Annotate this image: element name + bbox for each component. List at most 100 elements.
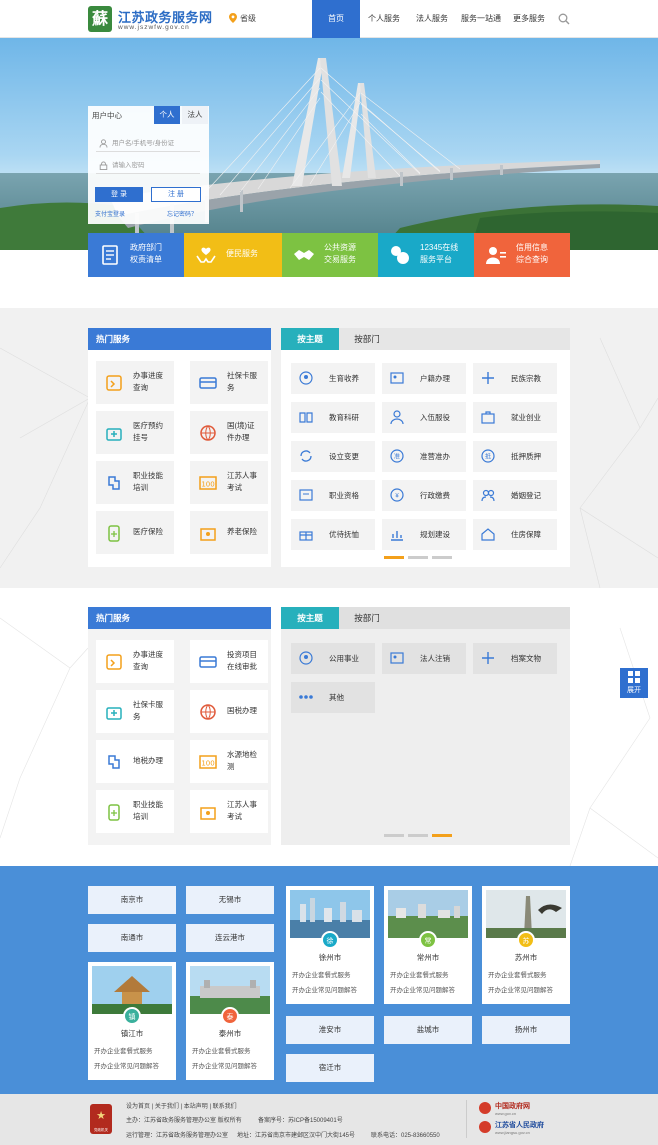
hot-service-item[interactable]: 办事进度 查询	[96, 640, 174, 683]
quick-tile-power-list[interactable]: 政府部门 权责清单	[88, 233, 184, 277]
city-link-faq[interactable]: 开办企业常见问题解答	[292, 984, 357, 994]
hot-service-item[interactable]: 职业技能 培训	[96, 790, 174, 833]
city-button[interactable]: 无锡市	[186, 886, 274, 914]
nav-more-services[interactable]: 更多服务	[510, 0, 548, 38]
topic-item[interactable]: 法人注销	[382, 643, 466, 674]
city-link-package[interactable]: 开办企业套餐式服务	[488, 969, 547, 979]
search-icon[interactable]	[558, 13, 570, 25]
quick-tile-credit-info[interactable]: 信用信息 综合查询	[474, 233, 570, 277]
city-link-package[interactable]: 开办企业套餐式服务	[94, 1045, 153, 1055]
hot-service-item[interactable]: 国(境)证 件办理	[190, 411, 268, 454]
hot-service-item[interactable]: 100 水源地检测	[190, 740, 268, 783]
password-input[interactable]: 请输入密码	[96, 158, 200, 174]
topic-item[interactable]: 公用事业	[291, 643, 375, 674]
city-button[interactable]: 南通市	[88, 924, 176, 952]
topic-item[interactable]: 民族宗教	[473, 363, 557, 394]
hot-service-item[interactable]: 江苏人事 考试	[190, 790, 268, 833]
city-card[interactable]: 泰泰州市 开办企业套餐式服务 开办企业常见问题解答	[186, 962, 274, 1080]
topic-item[interactable]: 生育收养	[291, 363, 375, 394]
topic-item[interactable]: 职业资格	[291, 480, 375, 511]
expand-button[interactable]: 展开	[620, 668, 648, 698]
topic-item[interactable]: 准 准营准办	[382, 441, 466, 472]
exam-100-icon	[200, 807, 216, 820]
city-button[interactable]: 连云港市	[186, 924, 274, 952]
tab-by-topic[interactable]: 按主题	[281, 607, 339, 629]
city-button[interactable]: 南京市	[88, 886, 176, 914]
topic-item[interactable]: 规划建设	[382, 519, 466, 550]
hot-service-item[interactable]: 医疗保险	[96, 511, 174, 554]
tab-by-department[interactable]: 按部门	[341, 607, 393, 629]
tab-by-department[interactable]: 按部门	[341, 328, 393, 350]
quick-tile-public-resource[interactable]: 公共资源 交易服务	[282, 233, 378, 277]
carousel-dot[interactable]	[408, 556, 428, 559]
topic-label: 公用事业	[329, 654, 359, 663]
topic-item[interactable]: 其他	[291, 682, 375, 713]
city-card[interactable]: 徐徐州市 开办企业套餐式服务 开办企业常见问题解答	[286, 886, 374, 1004]
quick-tile-12345[interactable]: 12345在线 服务平台	[378, 233, 474, 277]
city-card[interactable]: 苏苏州市 开办企业套餐式服务 开办企业常见问题解答	[482, 886, 570, 1004]
quick-tile-line1: 公共资源	[324, 243, 356, 252]
hot-service-item[interactable]: 社保卡服务	[96, 690, 174, 733]
hot-service-item[interactable]: 社保卡服务	[190, 361, 268, 404]
carousel-dot[interactable]	[432, 834, 452, 837]
jiangsu-gov-link[interactable]: 江苏省人民政府 www.jiangsu.gov.cn	[495, 1120, 544, 1135]
topic-item[interactable]: 住房保障	[473, 519, 557, 550]
city-link-package[interactable]: 开办企业套餐式服务	[390, 969, 449, 979]
location-selector[interactable]: 省级	[240, 13, 256, 24]
username-input[interactable]: 用户名/手机号/身份证	[96, 136, 200, 152]
hot-service-item[interactable]: 职业技能 培训	[96, 461, 174, 504]
topic-item[interactable]: 教育科研	[291, 402, 375, 433]
city-link-faq[interactable]: 开办企业常见问题解答	[488, 984, 553, 994]
hot-service-item[interactable]: 办事进度 查询	[96, 361, 174, 404]
carousel-dot[interactable]	[432, 556, 452, 559]
hot-service-item[interactable]: 投资项目 在线审批	[190, 640, 268, 683]
register-button[interactable]: 注 册	[151, 187, 201, 202]
city-link-faq[interactable]: 开办企业常见问题解答	[94, 1060, 159, 1070]
city-button[interactable]: 宿迁市	[286, 1054, 374, 1082]
nav-home[interactable]: 首页	[312, 0, 360, 38]
hot-service-item[interactable]: 国税办理	[190, 690, 268, 733]
alipay-login-link[interactable]: 支付宝登录	[95, 209, 125, 218]
hot-service-item[interactable]: 地税办理	[96, 740, 174, 783]
city-button[interactable]: 扬州市	[482, 1016, 570, 1044]
city-link-faq[interactable]: 开办企业常见问题解答	[192, 1060, 257, 1070]
carousel-dot[interactable]	[384, 556, 404, 559]
location-pin-icon[interactable]	[229, 13, 237, 23]
tab-person-login[interactable]: 个人	[154, 106, 180, 124]
topic-item[interactable]: 档案文物	[473, 643, 557, 674]
city-card[interactable]: 常常州市 开办企业套餐式服务 开办企业常见问题解答	[384, 886, 472, 1004]
city-button[interactable]: 淮安市	[286, 1016, 374, 1044]
hot-service-item[interactable]: 100 江苏人事 考试	[190, 461, 268, 504]
topic-item[interactable]: 婚姻登记	[473, 480, 557, 511]
city-card[interactable]: 镇镇江市 开办企业套餐式服务 开办企业常见问题解答	[88, 962, 176, 1080]
exam-100-icon: 100	[199, 476, 217, 490]
tab-by-topic[interactable]: 按主题	[281, 328, 339, 350]
quick-tile-convenience[interactable]: 便民服务	[184, 233, 282, 277]
topic-item[interactable]: 优待抚恤	[291, 519, 375, 550]
nav-legal-services[interactable]: 法人服务	[414, 0, 450, 38]
carousel-dot[interactable]	[408, 834, 428, 837]
login-button[interactable]: 登 录	[95, 187, 143, 202]
topic-item[interactable]: ¥ 行政缴费	[382, 480, 466, 511]
forgot-password-link[interactable]: 忘记密码？	[167, 209, 197, 218]
city-button[interactable]: 盐城市	[384, 1016, 472, 1044]
footer-links[interactable]: 设为首页 | 关于我们 | 本站声明 | 联系我们	[126, 1101, 237, 1110]
topic-item[interactable]: 设立变更	[291, 441, 375, 472]
nav-one-stop-service[interactable]: 服务一站通	[458, 0, 504, 38]
topic-item[interactable]: 抵 抵押质押	[473, 441, 557, 472]
china-gov-link[interactable]: 中国政府网 www.gov.cn	[495, 1101, 530, 1116]
nav-personal-services[interactable]: 个人服务	[364, 0, 404, 38]
topic-item[interactable]: 户籍办理	[382, 363, 466, 394]
tab-legal-login[interactable]: 法人	[182, 106, 208, 124]
city-link-package[interactable]: 开办企业套餐式服务	[192, 1045, 251, 1055]
carousel-dot[interactable]	[384, 834, 404, 837]
city-link-package[interactable]: 开办企业套餐式服务	[292, 969, 351, 979]
topic-item[interactable]: 就业创业	[473, 402, 557, 433]
site-logo[interactable]: 蘇	[88, 6, 112, 32]
city-link-faq[interactable]: 开办企业常见问题解答	[390, 984, 455, 994]
party-gov-emblem[interactable]: ★ 党政机关	[90, 1104, 112, 1134]
topic-item[interactable]: 入伍服役	[382, 402, 466, 433]
footer-icp[interactable]: 备案序号：苏ICP备15009401号	[258, 1115, 343, 1124]
hot-service-item[interactable]: 医疗预约 挂号	[96, 411, 174, 454]
hot-service-item[interactable]: 养老保险	[190, 511, 268, 554]
